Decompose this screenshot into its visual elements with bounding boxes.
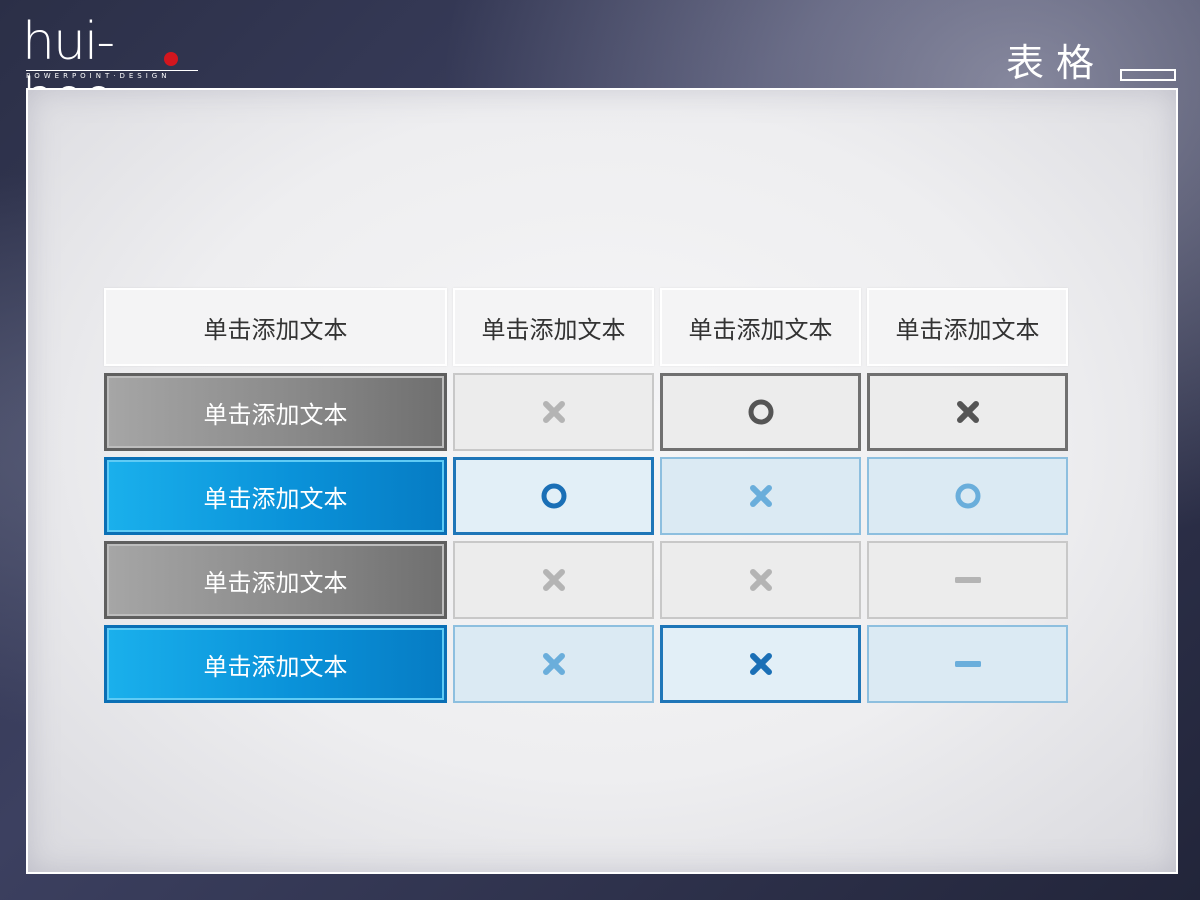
cross-icon (542, 401, 565, 423)
table-cell (867, 373, 1068, 451)
slide-title: 表格 (1006, 41, 1107, 85)
table-header-cell: 单击添加文本 (867, 288, 1068, 366)
table-cell (660, 457, 861, 535)
table-header-cell: 单击添加文本 (104, 288, 447, 366)
table-cell (867, 541, 1068, 619)
table-cell (660, 625, 861, 703)
circle-icon (748, 399, 773, 425)
cross-icon (749, 485, 772, 507)
title-decoration-bar (1120, 69, 1176, 81)
table-row-label: 单击添加文本 (104, 625, 447, 703)
table-row-label: 单击添加文本 (104, 541, 447, 619)
table-cell (867, 625, 1068, 703)
dash-icon (954, 577, 981, 583)
table-header-cell: 单击添加文本 (453, 288, 654, 366)
table-cell (453, 457, 654, 535)
dash-icon (954, 661, 981, 667)
table-cell (453, 541, 654, 619)
table-row-label: 单击添加文本 (104, 373, 447, 451)
table-cell (453, 625, 654, 703)
circle-icon (955, 483, 980, 509)
logo-subtitle: POWERPOINT·DESIGN (26, 70, 198, 80)
table-cell (660, 541, 861, 619)
table-cell (867, 457, 1068, 535)
logo-red-dot (164, 52, 178, 66)
cross-icon (749, 569, 772, 591)
table-row-label: 单击添加文本 (104, 457, 447, 535)
hui-hoo-logo: hui-hoo POWERPOINT·DESIGN (22, 14, 202, 126)
table-header-cell: 单击添加文本 (660, 288, 861, 366)
cross-icon (542, 653, 565, 675)
table-cell (453, 373, 654, 451)
circle-icon (541, 483, 566, 509)
table-cell (660, 373, 861, 451)
cross-icon (956, 401, 979, 423)
cross-icon (542, 569, 565, 591)
cross-icon (749, 653, 772, 675)
